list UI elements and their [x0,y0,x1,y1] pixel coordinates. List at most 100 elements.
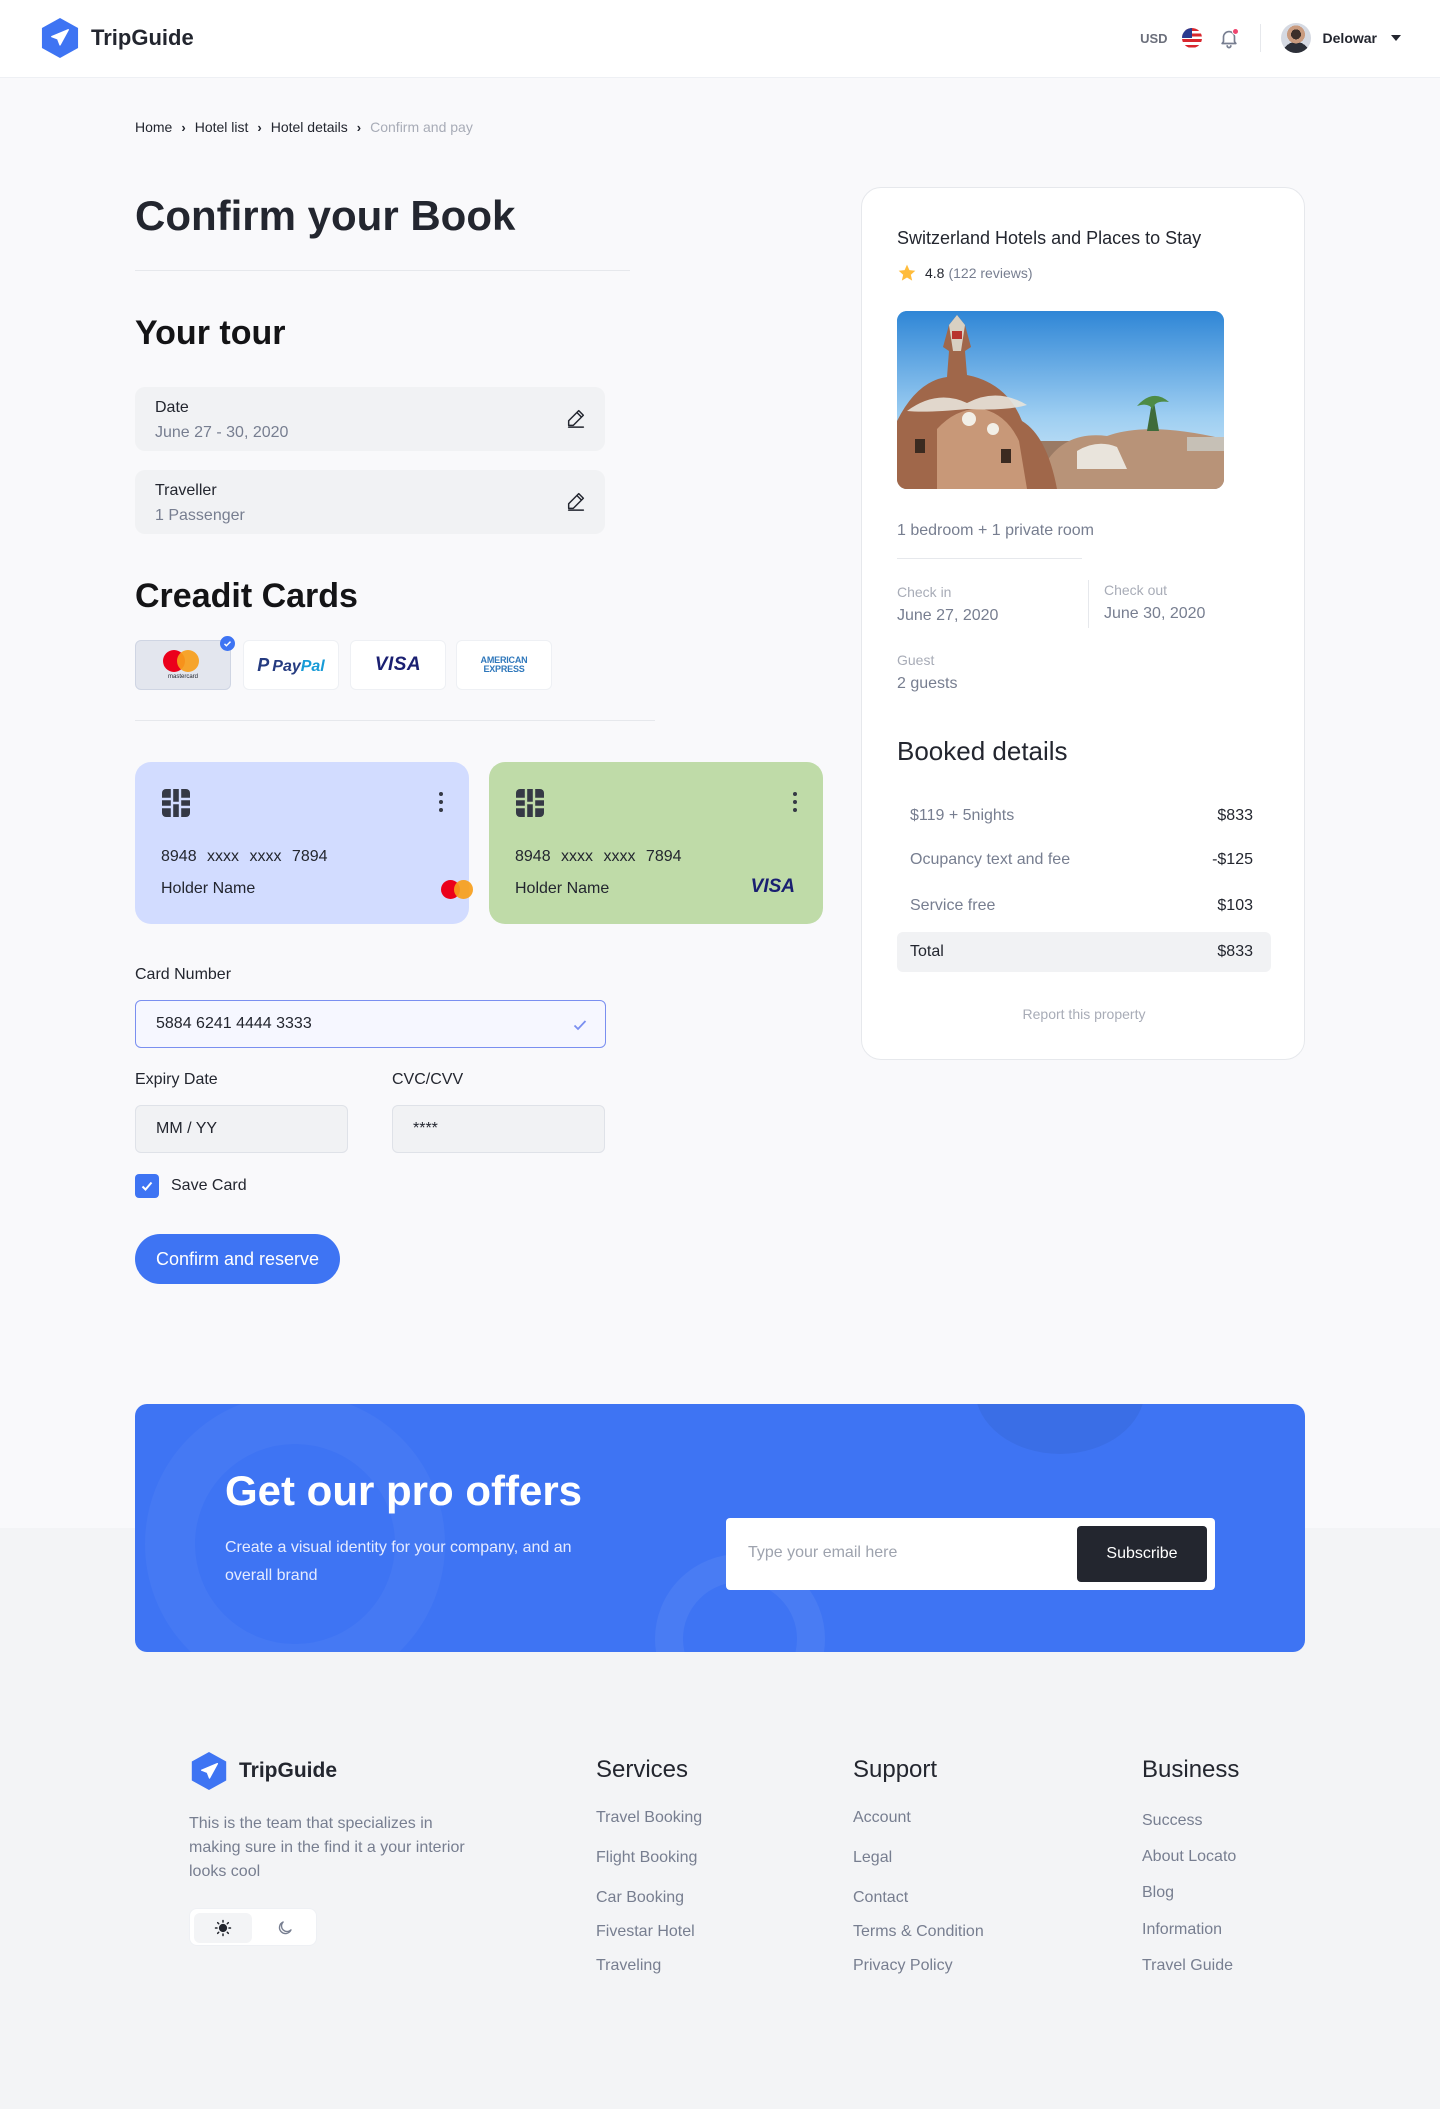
footer-link[interactable]: Fivestar Hotel [596,1923,695,1941]
footer-link[interactable]: Success [1142,1812,1202,1830]
notification-badge [1231,28,1239,35]
card-menu-icon[interactable] [793,792,797,816]
price-row-value: $103 [1217,897,1253,914]
card-number-input[interactable]: 5884 6241 4444 3333 [135,1000,606,1048]
chevron-right-icon: › [181,119,186,135]
selected-check-icon [220,636,235,651]
price-row-label: $119 + 5nights [910,807,1015,824]
card-number-value: 5884 6241 4444 3333 [156,1015,312,1032]
price-row-value: $833 [1217,807,1253,824]
footer-link[interactable]: Blog [1142,1884,1174,1902]
booking-summary-card: Switzerland Hotels and Places to Stay 4.… [861,187,1305,1060]
theme-toggle [189,1908,317,1946]
total-label: Total [910,943,944,960]
amex-logo-icon: AMERICAN EXPRESS [480,655,528,674]
credit-cards-heading: Creadit Cards [135,577,358,615]
footer-link[interactable]: Privacy Policy [853,1957,953,1975]
date-value: June 27 - 30, 2020 [155,424,289,441]
footer-link[interactable]: Account [853,1809,911,1827]
payment-option-visa[interactable]: VISA [350,640,446,690]
footer-link[interactable]: About Locato [1142,1848,1236,1866]
saved-card-mastercard[interactable]: 8948 xxxx xxxx 7894 Holder Name [135,762,473,924]
breadcrumb-hotel-list[interactable]: Hotel list [195,119,249,135]
newsletter-title: Get our pro offers [225,1467,583,1514]
divider [135,720,655,721]
breadcrumb-hotel-details[interactable]: Hotel details [271,119,348,135]
decorative-circle [145,1404,445,1652]
check-out-value: June 30, 2020 [1104,605,1206,622]
footer-link[interactable]: Legal [853,1849,892,1867]
email-input[interactable]: Type your email here [748,1544,897,1562]
guest-label: Guest [897,652,935,668]
footer-link[interactable]: Terms & Condition [853,1923,984,1941]
confirm-reserve-button[interactable]: Confirm and reserve [135,1234,340,1284]
footer-link[interactable]: Car Booking [596,1889,684,1907]
hotel-title[interactable]: Switzerland Hotels and Places to Stay [897,228,1201,249]
divider [1088,580,1089,628]
footer-support-title: Support [853,1756,938,1783]
traveller-box: Traveller 1 Passenger [135,470,605,534]
traveller-value: 1 Passenger [155,507,245,524]
card-menu-icon[interactable] [439,792,443,816]
saved-card-visa[interactable]: 8948 xxxx xxxx 7894 Holder Name VISA [489,762,823,924]
divider [135,270,630,271]
breadcrumb-current: Confirm and pay [370,119,473,135]
card-holder: Holder Name [161,880,256,897]
user-name[interactable]: Delowar [1323,30,1377,46]
card-number: 8948 xxxx xxxx 7894 [515,848,682,865]
edit-date-icon[interactable] [565,407,587,429]
save-card-checkbox[interactable] [135,1174,159,1198]
footer-link[interactable]: Flight Booking [596,1849,697,1867]
notification-bell-icon[interactable] [1218,27,1240,49]
price-row: $119 + 5nights $833 [897,796,1271,836]
your-tour-heading: Your tour [135,314,286,352]
rating-value: 4.8 [925,265,945,281]
check-icon [571,1016,589,1034]
card-number: 8948 xxxx xxxx 7894 [161,848,328,865]
save-card-label[interactable]: Save Card [171,1177,247,1195]
footer-link[interactable]: Traveling [596,1957,661,1975]
check-in-value: June 27, 2020 [897,607,999,624]
footer-logo[interactable]: TripGuide [189,1752,337,1790]
date-box: Date June 27 - 30, 2020 [135,387,605,451]
payment-option-amex[interactable]: AMERICAN EXPRESS [456,640,552,690]
footer-link[interactable]: Travel Booking [596,1809,702,1827]
payment-option-mastercard[interactable]: mastercard [135,636,235,690]
moon-icon[interactable] [256,1913,314,1943]
booked-details-heading: Booked details [897,736,1068,766]
breadcrumb: Home › Hotel list › Hotel details › Conf… [135,119,473,135]
payment-option-paypal[interactable]: P PayPal [243,640,339,690]
expiry-date-input[interactable]: MM / YY [135,1105,348,1153]
rating-reviews[interactable]: (122 reviews) [948,265,1032,281]
newsletter-banner: Get our pro offers Create a visual ident… [135,1404,1305,1652]
sun-icon[interactable] [194,1913,252,1943]
guest-value: 2 guests [897,675,958,692]
footer-link[interactable]: Travel Guide [1142,1957,1233,1975]
decorative-circle [975,1404,1145,1454]
brand-logo[interactable]: TripGuide [39,18,194,58]
date-label: Date [155,399,189,416]
room-info: 1 bedroom + 1 private room [897,522,1094,539]
breadcrumb-home[interactable]: Home [135,119,172,135]
chevron-down-icon[interactable] [1391,35,1401,41]
user-avatar[interactable] [1280,23,1311,53]
footer-link[interactable]: Information [1142,1921,1222,1939]
cvc-input[interactable]: **** [392,1105,605,1153]
plane-logo-icon [41,18,79,58]
us-flag-icon[interactable] [1181,28,1202,48]
subscribe-button[interactable]: Subscribe [1077,1526,1207,1582]
hotel-rating: 4.8 (122 reviews) [897,263,1033,283]
page-title: Confirm your Book [135,192,516,239]
card-holder: Holder Name [515,880,610,897]
footer-business-title: Business [1142,1756,1240,1783]
total-row: Total $833 [897,932,1271,972]
expiry-date-label: Expiry Date [135,1071,218,1088]
hotel-photo[interactable] [897,311,1224,489]
mastercard-logo-label: mastercard [167,674,198,680]
footer-link[interactable]: Contact [853,1889,908,1907]
report-property-link[interactable]: Report this property [862,1006,1306,1022]
card-chip-icon [161,788,191,818]
currency-selector[interactable]: USD [1140,31,1167,46]
expiry-placeholder: MM / YY [156,1120,218,1137]
edit-traveller-icon[interactable] [565,490,587,512]
